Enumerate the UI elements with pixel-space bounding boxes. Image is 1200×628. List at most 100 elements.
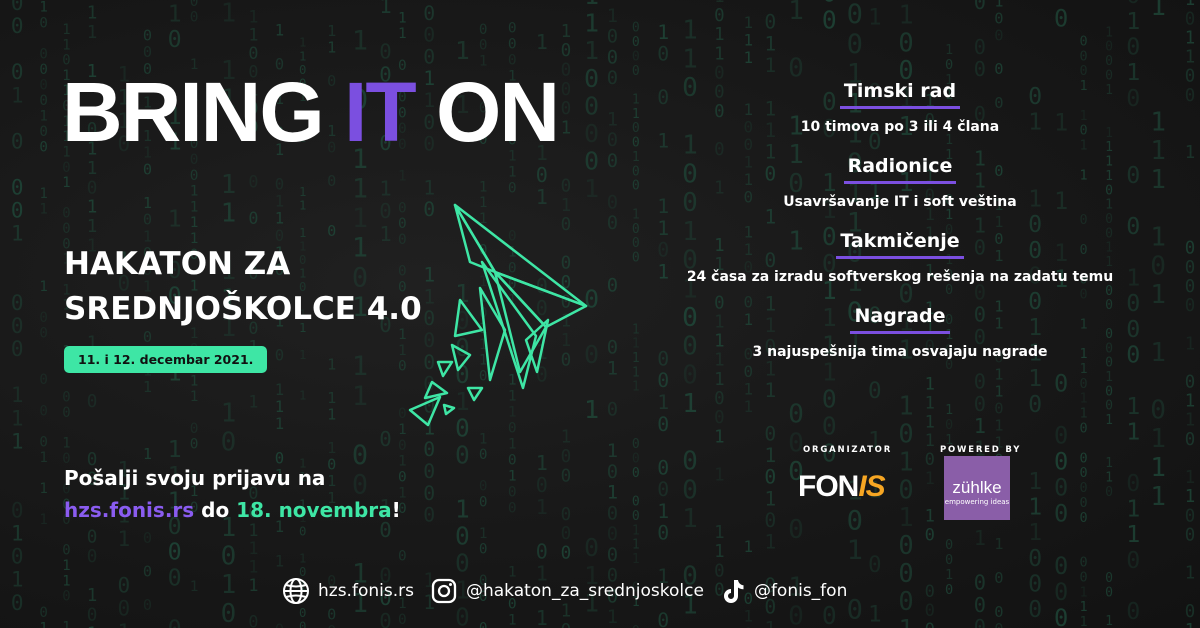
binary-digit: 1 xyxy=(925,394,935,414)
binary-digit: 0 xyxy=(1105,485,1113,500)
binary-digit: 1 xyxy=(945,567,953,583)
binary-digit: 0 xyxy=(1054,474,1068,502)
binary-digit: 1 xyxy=(299,49,306,63)
binary-digit: 1 xyxy=(221,399,237,429)
binary-digit: 0 xyxy=(868,378,882,404)
website-link[interactable]: hzs.fonis.rs xyxy=(282,577,414,605)
binary-digit: 0 xyxy=(327,172,336,190)
fonis-logo: FONIS xyxy=(798,470,886,504)
binary-digit: 1 xyxy=(764,54,776,77)
registration-link[interactable]: hzs.fonis.rs xyxy=(64,498,194,522)
binary-digit: 0 xyxy=(632,136,640,151)
binary-digit: 1 xyxy=(714,25,724,45)
cta-end: ! xyxy=(391,498,401,522)
binary-digit: 0 xyxy=(974,35,986,59)
binary-digit: 0 xyxy=(143,160,152,178)
binary-digit: 1 xyxy=(11,83,24,107)
binary-digit: 0 xyxy=(508,452,517,468)
binary-digit: 0 xyxy=(974,0,986,14)
binary-digit: 1 xyxy=(1185,48,1195,68)
binary-digit: 1 xyxy=(994,416,1003,434)
binary-digit: 0 xyxy=(11,0,24,15)
binary-digit: 0 xyxy=(11,591,24,615)
feature-item: Takmičenje 24 časa za izradu softverskog… xyxy=(640,230,1160,285)
binary-digit: 0 xyxy=(221,427,237,457)
binary-digit: 1 xyxy=(299,389,306,403)
binary-digit: 1 xyxy=(352,26,368,57)
binary-digit: 0 xyxy=(682,476,698,506)
binary-digit: 0 xyxy=(87,528,98,548)
subtitle-line-2: SREDNJOŠKOLCE 4.0 xyxy=(64,291,422,327)
feature-item: Radionice Usavršavanje IT i soft veština xyxy=(640,155,1160,210)
event-date-badge: 11. i 12. decembar 2021. xyxy=(64,346,268,373)
binary-digit: 1 xyxy=(87,4,98,24)
binary-digit: 1 xyxy=(62,619,70,628)
binary-digit: 0 xyxy=(1185,67,1195,87)
binary-digit: 0 xyxy=(657,522,669,545)
binary-digit: 0 xyxy=(275,347,284,365)
binary-digit: 0 xyxy=(607,151,618,172)
binary-digit: 1 xyxy=(744,624,754,628)
binary-digit: 1 xyxy=(327,406,336,424)
binary-digit: 0 xyxy=(632,64,640,79)
binary-digit: 1 xyxy=(1105,413,1113,428)
binary-digit: 0 xyxy=(39,62,48,78)
binary-digit: 0 xyxy=(479,22,488,38)
binary-digit: 0 xyxy=(561,466,572,486)
binary-digit: 0 xyxy=(847,505,863,536)
binary-digit: 1 xyxy=(657,391,669,414)
binary-digit: 0 xyxy=(423,2,435,25)
binary-digit: 0 xyxy=(62,589,70,605)
binary-digit: 0 xyxy=(248,208,258,228)
binary-digit: 0 xyxy=(11,314,24,338)
binary-digit: 1 xyxy=(561,119,572,139)
binary-digit: 0 xyxy=(143,26,152,44)
instagram-link[interactable]: @hakaton_za_srednjoskolce xyxy=(430,577,704,605)
binary-digit: 1 xyxy=(62,22,70,38)
binary-digit: 1 xyxy=(1105,25,1113,40)
binary-digit: 1 xyxy=(744,380,754,399)
binary-digit: 0 xyxy=(299,620,306,628)
binary-digit: 0 xyxy=(327,606,336,624)
binary-digit: 0 xyxy=(248,612,258,628)
binary-digit: 1 xyxy=(299,348,306,362)
binary-digit: 1 xyxy=(275,381,284,399)
binary-digit: 0 xyxy=(607,503,618,524)
binary-digit: 0 xyxy=(584,533,599,562)
binary-digit: 0 xyxy=(1185,239,1195,259)
binary-digit: 1 xyxy=(327,22,336,40)
binary-digit: 1 xyxy=(379,0,391,18)
binary-digit: 0 xyxy=(379,609,391,628)
binary-digit: 0 xyxy=(607,47,618,68)
binary-digit: 0 xyxy=(945,417,953,433)
binary-digit: 0 xyxy=(657,456,669,479)
binary-digit: 0 xyxy=(39,124,48,140)
binary-digit: 1 xyxy=(352,381,368,412)
binary-digit: 1 xyxy=(299,226,306,240)
binary-digit: 0 xyxy=(561,80,572,100)
binary-digit: 0 xyxy=(536,473,548,497)
binary-digit: 0 xyxy=(11,129,24,153)
binary-digit: 0 xyxy=(190,0,199,10)
binary-digit: 1 xyxy=(764,487,776,510)
binary-digit: 0 xyxy=(39,15,48,31)
binary-digit: 0 xyxy=(423,438,435,461)
binary-digit: 1 xyxy=(744,30,754,49)
binary-digit: 1 xyxy=(143,378,152,396)
binary-digit: 0 xyxy=(379,199,391,223)
binary-digit: 0 xyxy=(39,93,48,109)
binary-digit: 0 xyxy=(423,482,435,505)
binary-digit: 1 xyxy=(764,531,776,554)
feature-description: 24 časa za izradu softverskog rešenja na… xyxy=(686,269,1114,285)
binary-digit: 0 xyxy=(168,616,182,628)
binary-digit: 1 xyxy=(1185,28,1195,48)
tiktok-link[interactable]: @fonis_fon xyxy=(720,577,847,605)
binary-digit: 0 xyxy=(974,615,986,628)
binary-digit: 1 xyxy=(39,450,48,466)
binary-digit: 0 xyxy=(847,29,863,60)
binary-digit: 0 xyxy=(479,479,488,495)
binary-digit: 0 xyxy=(1105,399,1113,414)
binary-digit: 1 xyxy=(62,436,70,452)
binary-digit: 0 xyxy=(925,582,935,602)
binary-digit: 0 xyxy=(561,61,572,81)
